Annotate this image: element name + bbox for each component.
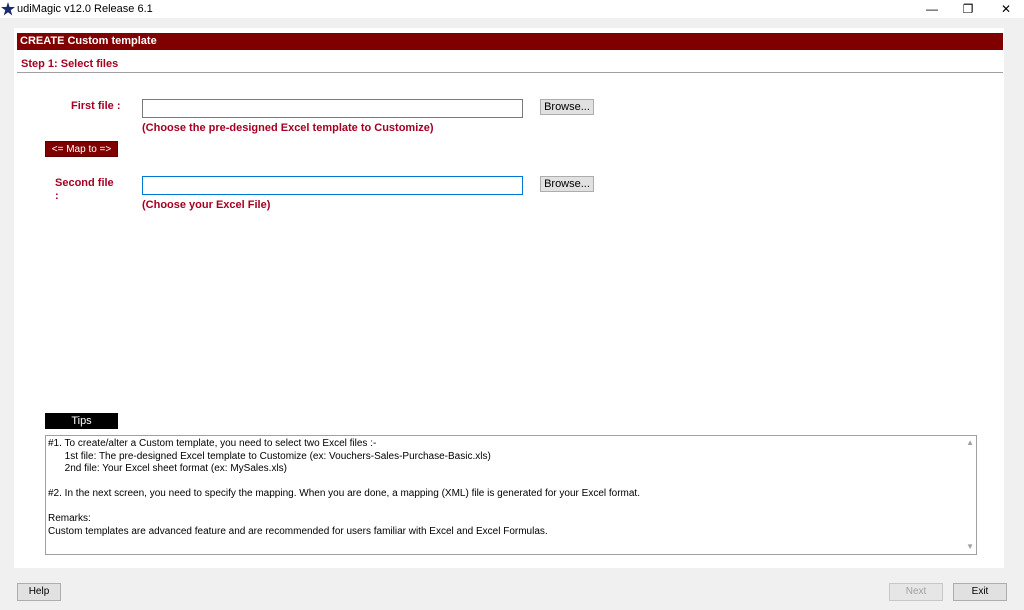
first-file-input[interactable] <box>142 99 523 118</box>
scroll-up-icon[interactable]: ▲ <box>966 437 974 450</box>
step-divider <box>17 72 1003 73</box>
tips-line: #1. To create/alter a Custom template, y… <box>48 438 377 449</box>
restore-icon: ❐ <box>962 2 974 16</box>
second-file-hint: (Choose your Excel File) <box>142 199 271 211</box>
exit-button[interactable]: Exit <box>953 583 1007 601</box>
title-bar: udiMagic v12.0 Release 6.1 — ❐ ✕ <box>0 0 1024 18</box>
tips-line <box>48 501 974 514</box>
first-file-browse-button[interactable]: Browse... <box>540 99 594 115</box>
help-button[interactable]: Help <box>17 583 61 601</box>
close-icon: ✕ <box>1000 2 1012 16</box>
restore-button[interactable]: ❐ <box>950 0 986 18</box>
tips-line: Custom templates are advanced feature an… <box>48 525 548 537</box>
tips-tab[interactable]: Tips <box>45 413 118 429</box>
minimize-button[interactable]: — <box>914 0 950 18</box>
next-button[interactable]: Next <box>889 583 943 601</box>
scroll-down-icon[interactable]: ▼ <box>966 541 974 554</box>
first-file-label: First file : <box>71 100 121 112</box>
tips-line: #2. In the next screen, you need to spec… <box>48 488 640 499</box>
minimize-icon: — <box>926 2 938 16</box>
page-title: CREATE Custom template <box>17 33 1003 50</box>
tips-line <box>48 476 974 489</box>
window-title: udiMagic v12.0 Release 6.1 <box>17 3 153 15</box>
second-file-browse-button[interactable]: Browse... <box>540 176 594 192</box>
tips-text-box[interactable]: ▲ ▼ #1. To create/alter a Custom templat… <box>45 435 977 555</box>
close-button[interactable]: ✕ <box>988 0 1024 18</box>
step-title: Step 1: Select files <box>21 58 119 70</box>
star-icon <box>1 2 15 16</box>
second-file-label-colon: : <box>55 190 59 202</box>
second-file-label: Second file <box>55 177 114 189</box>
map-to-button[interactable]: <= Map to => <box>45 141 118 157</box>
main-panel: CREATE Custom template Step 1: Select fi… <box>14 28 1004 568</box>
tips-line: 2nd file: Your Excel sheet format (ex: M… <box>48 463 287 474</box>
tips-line: Remarks: <box>48 513 91 524</box>
first-file-hint: (Choose the pre-designed Excel template … <box>142 122 434 134</box>
tips-line: 1st file: The pre-designed Excel templat… <box>48 450 491 462</box>
second-file-input[interactable] <box>142 176 523 195</box>
